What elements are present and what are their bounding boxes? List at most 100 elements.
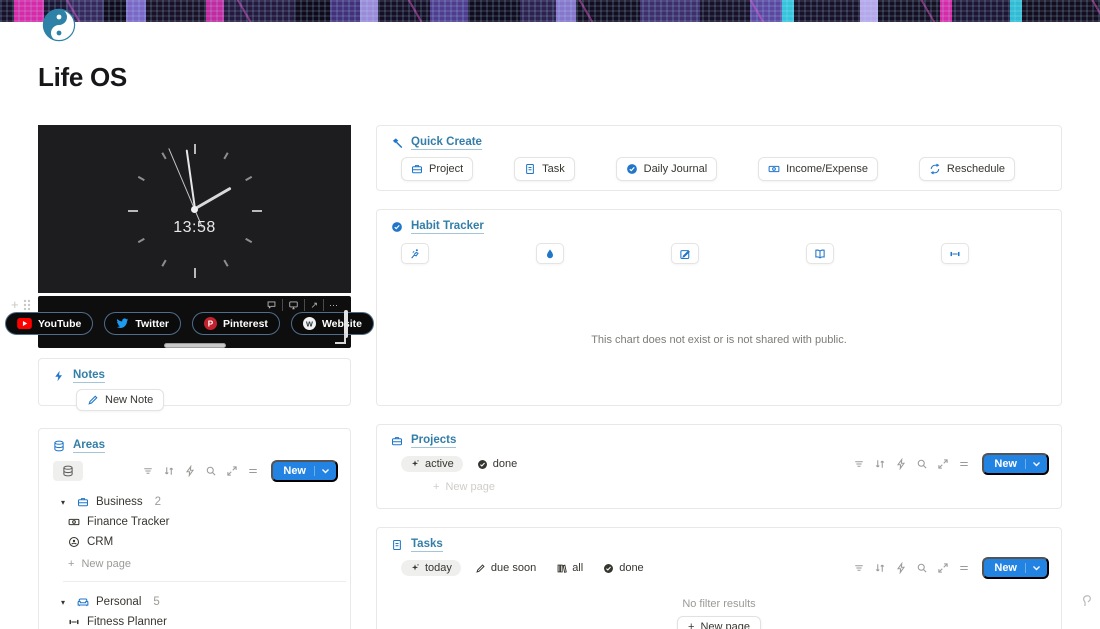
filter-icon[interactable] [853, 458, 865, 470]
banner-image[interactable] [0, 0, 1100, 22]
chevron-down-icon[interactable] [1026, 455, 1047, 473]
youtube-button[interactable]: YouTube [5, 312, 94, 335]
filter-icon[interactable] [142, 465, 154, 477]
view-options-icon[interactable] [958, 458, 970, 470]
projects-title-link[interactable]: Projects [411, 434, 457, 448]
browser-icon[interactable] [282, 299, 304, 311]
list-item-crm[interactable]: CRM [39, 536, 350, 548]
habit-journal-button[interactable] [671, 243, 699, 264]
notes-title-link[interactable]: Notes [73, 369, 105, 383]
zap-icon[interactable] [184, 465, 196, 477]
areas-new-button[interactable]: New [271, 460, 338, 482]
page-icon[interactable] [42, 8, 76, 42]
create-task-button[interactable]: Task [514, 157, 575, 181]
areas-group-business[interactable]: ▾ Business 2 [39, 496, 350, 508]
areas-title-link[interactable]: Areas [73, 439, 105, 453]
twitter-icon [116, 318, 129, 328]
briefcase-icon [77, 498, 89, 507]
tasks-section: Tasks today due soon all done New No fil… [376, 527, 1062, 629]
droplet-icon [547, 248, 553, 258]
view-options-icon[interactable] [958, 562, 970, 574]
habit-tracker-title-link[interactable]: Habit Tracker [411, 220, 484, 234]
zap-icon[interactable] [895, 562, 907, 574]
tasks-new-page-button[interactable]: + New page [677, 616, 761, 629]
expand-icon[interactable] [226, 465, 238, 477]
pinterest-button[interactable]: P Pinterest [192, 312, 280, 335]
notes-section: Notes New Note [38, 358, 351, 411]
twitter-button[interactable]: Twitter [104, 312, 181, 335]
chart-error-message: This chart does not exist or is not shar… [591, 334, 847, 346]
toggle-icon[interactable]: ▾ [61, 598, 70, 607]
hammer-icon [392, 138, 403, 148]
areas-view-row: New [39, 460, 350, 482]
open-external-icon[interactable]: ↗ [304, 299, 323, 311]
create-income-expense-button[interactable]: Income/Expense [758, 157, 879, 181]
projects-filter-row: active done New [377, 453, 1061, 475]
page: Life OS + 13:58 ↗ ⋯ YouTube Twitter P Pi… [0, 0, 1100, 629]
list-item-finance-tracker[interactable]: Finance Tracker [39, 516, 350, 528]
habit-water-button[interactable] [536, 243, 564, 264]
create-daily-journal-button[interactable]: Daily Journal [615, 157, 718, 181]
pointer-artifact [1082, 593, 1093, 612]
plus-icon: + [688, 621, 695, 629]
check-circle-icon [477, 459, 487, 469]
filter-tab-due-soon[interactable]: due soon [469, 560, 542, 576]
quick-create-title-link[interactable]: Quick Create [411, 136, 482, 150]
sort-icon[interactable] [874, 562, 886, 574]
toggle-icon[interactable]: ▾ [61, 498, 70, 507]
sparkle-icon [411, 460, 419, 467]
projects-new-page[interactable]: + New page [433, 481, 495, 493]
zap-icon[interactable] [895, 458, 907, 470]
new-note-button[interactable]: New Note [76, 389, 165, 411]
list-item-fitness-planner[interactable]: Fitness Planner [39, 616, 350, 628]
filter-tab-today[interactable]: today [401, 560, 461, 576]
resize-handle[interactable] [163, 343, 226, 348]
search-icon[interactable] [205, 465, 217, 477]
filter-tab-active[interactable]: active [401, 456, 463, 472]
open-book-icon [815, 249, 825, 259]
expand-icon[interactable] [937, 458, 949, 470]
expand-icon[interactable] [937, 562, 949, 574]
chevron-down-icon[interactable] [315, 462, 336, 480]
reschedule-button[interactable]: Reschedule [918, 157, 1015, 181]
lightning-icon [55, 370, 62, 382]
crm-icon [68, 536, 80, 548]
social-links-widget: ↗ ⋯ YouTube Twitter P Pinterest W Websit… [5, 296, 375, 348]
habit-reading-button[interactable] [806, 243, 834, 264]
wordpress-icon: W [302, 317, 316, 330]
filter-tab-done[interactable]: done [471, 456, 523, 472]
website-button[interactable]: W Website [290, 312, 375, 335]
view-options-icon[interactable] [247, 465, 259, 477]
resize-corner[interactable] [335, 333, 346, 344]
banknote-icon [768, 165, 780, 173]
sort-icon[interactable] [874, 458, 886, 470]
projects-new-button[interactable]: New [982, 453, 1049, 475]
search-icon[interactable] [916, 458, 928, 470]
habit-workout-button[interactable] [941, 243, 969, 264]
create-project-button[interactable]: Project [401, 157, 474, 181]
comment-icon[interactable] [261, 299, 282, 311]
habit-exercise-button[interactable] [401, 243, 429, 264]
svg-text:P: P [208, 319, 214, 328]
filter-tab-all[interactable]: all [550, 560, 589, 576]
chevron-down-icon[interactable] [1026, 559, 1047, 577]
areas-new-page[interactable]: + New page [39, 558, 350, 570]
add-block-icon[interactable]: + [11, 298, 19, 311]
areas-view-tab[interactable] [53, 461, 83, 481]
sort-icon[interactable] [163, 465, 175, 477]
briefcase-icon [391, 437, 403, 446]
block-handle[interactable]: + [11, 298, 31, 311]
dumbbell-icon [69, 619, 79, 625]
areas-section: Areas New ▾ Business 2 Finance Tracker C… [38, 428, 351, 629]
check-circle-icon [626, 164, 637, 174]
tasks-new-button[interactable]: New [982, 557, 1049, 579]
drag-handle-icon[interactable] [23, 299, 31, 311]
areas-group-personal[interactable]: ▾ Personal 5 [39, 596, 350, 608]
filter-tab-done[interactable]: done [597, 560, 649, 576]
filter-icon[interactable] [853, 562, 865, 574]
tasks-title-link[interactable]: Tasks [411, 538, 443, 552]
sparkle-icon [411, 564, 419, 571]
more-options-icon[interactable]: ⋯ [323, 299, 343, 311]
youtube-icon [17, 318, 32, 329]
search-icon[interactable] [916, 562, 928, 574]
